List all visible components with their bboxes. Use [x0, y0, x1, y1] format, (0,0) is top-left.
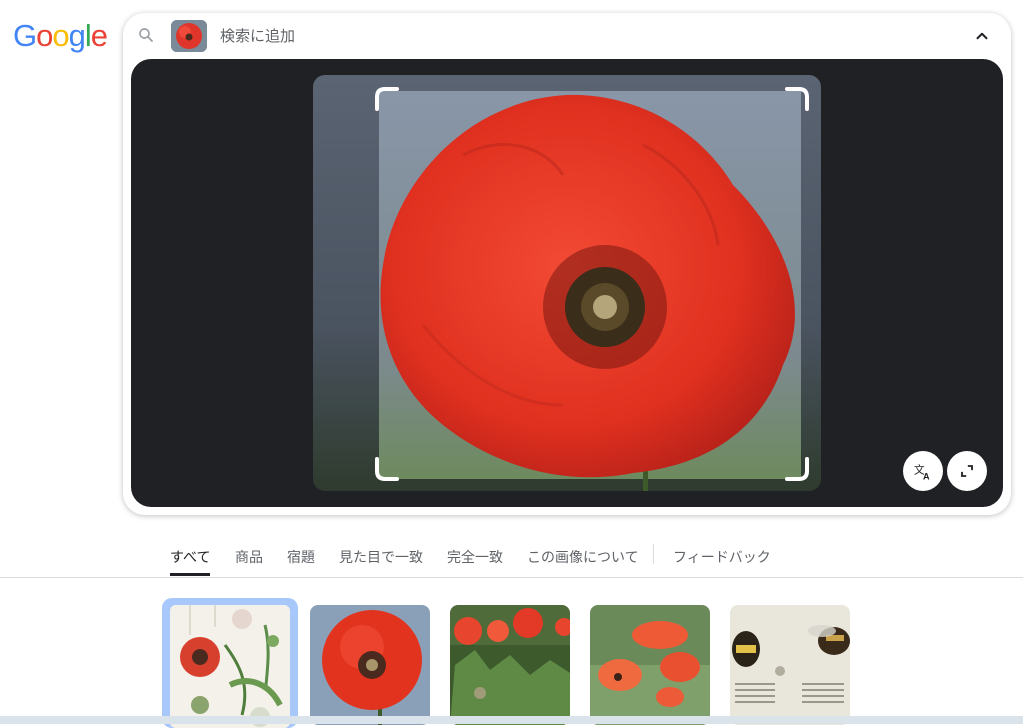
- translate-button[interactable]: 文 A: [903, 451, 943, 491]
- search-icon: [139, 28, 153, 42]
- result-thumbnail[interactable]: [730, 605, 850, 725]
- crop-frame[interactable]: [375, 87, 809, 481]
- tab-products[interactable]: 商品: [235, 547, 263, 567]
- fullscreen-button[interactable]: [947, 451, 987, 491]
- svg-text:A: A: [923, 471, 930, 481]
- tab-homework[interactable]: 宿題: [287, 547, 315, 567]
- result-thumbnail[interactable]: [450, 605, 570, 725]
- query-image-thumbnail[interactable]: [171, 20, 207, 52]
- result-tabs: すべて 商品 宿題 見た目で一致 完全一致 この画像について フィードバック: [0, 538, 1023, 578]
- chevron-up-icon[interactable]: [973, 27, 991, 45]
- tab-visual-matches[interactable]: 見た目で一致: [339, 547, 423, 567]
- tab-exact-matches[interactable]: 完全一致: [447, 547, 503, 567]
- tab-divider: [653, 544, 654, 564]
- fullscreen-icon: [961, 465, 973, 477]
- tab-about-this-image[interactable]: この画像について: [527, 547, 639, 567]
- search-card: 検索に追加 文 A: [123, 13, 1011, 515]
- result-thumbnail[interactable]: [310, 605, 430, 725]
- result-thumbnail[interactable]: [590, 605, 710, 725]
- tab-feedback[interactable]: フィードバック: [673, 547, 771, 567]
- bottom-edge: [0, 716, 1023, 724]
- image-viewer: 文 A: [131, 59, 1003, 507]
- translate-icon: 文 A: [914, 463, 930, 482]
- result-thumbnail-selected[interactable]: [162, 598, 298, 728]
- google-logo[interactable]: Google: [13, 18, 108, 54]
- search-bar[interactable]: 検索に追加: [123, 13, 1011, 59]
- tab-all[interactable]: すべて: [170, 547, 210, 567]
- active-tab-indicator: [170, 573, 210, 576]
- results-grid: [0, 598, 1023, 728]
- add-to-search-input[interactable]: 検索に追加: [220, 25, 295, 46]
